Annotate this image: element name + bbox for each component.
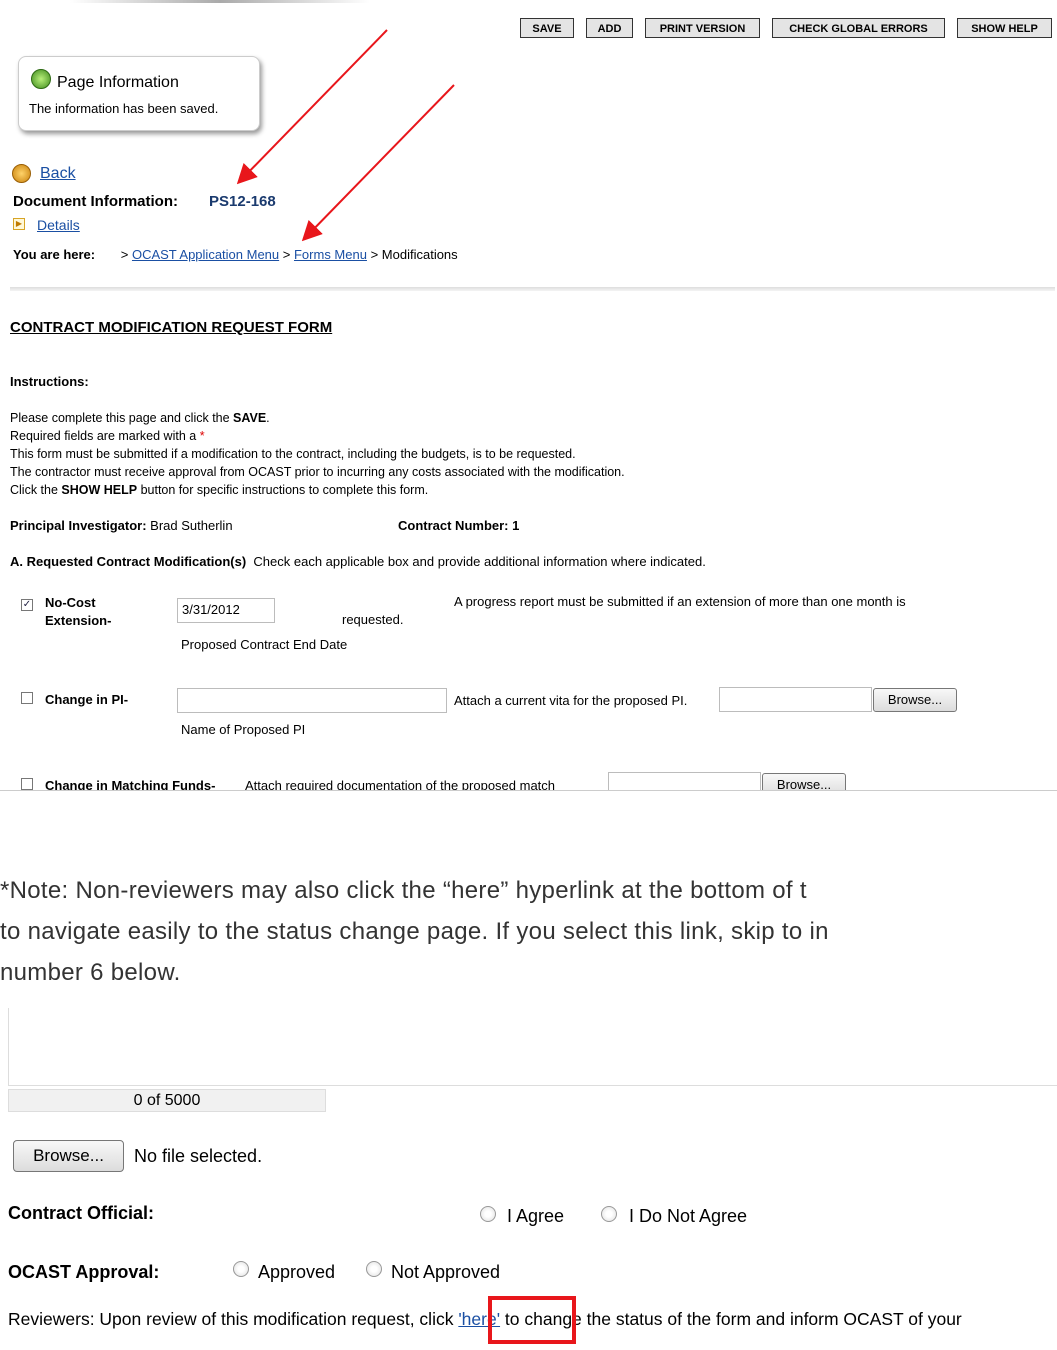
approved-label: Approved bbox=[258, 1262, 336, 1282]
arrow-to-details bbox=[301, 84, 455, 242]
match-file-input[interactable] bbox=[608, 772, 761, 790]
breadcrumb-modifications: Modifications bbox=[381, 247, 458, 262]
vita-browse-button[interactable]: Browse... bbox=[873, 688, 957, 712]
approved-radio[interactable] bbox=[233, 1261, 249, 1277]
instructions-text: Please complete this page and click the … bbox=[10, 411, 625, 497]
file-browse-button[interactable]: Browse... bbox=[13, 1140, 124, 1172]
contract-number: Contract Number: 1 bbox=[398, 518, 520, 533]
attach-match-text: Attach required documentation of the pro… bbox=[245, 778, 556, 790]
attach-vita-text: Attach a current vita for the proposed P… bbox=[454, 693, 688, 708]
section-a-header: A. Requested Contract Modification(s) Ch… bbox=[10, 554, 706, 569]
screenshot-bottom-edge bbox=[0, 790, 1057, 791]
proposed-pi-name-input[interactable] bbox=[177, 688, 447, 713]
not-approved-label: Not Approved bbox=[391, 1262, 501, 1282]
no-file-selected-text: No file selected. bbox=[134, 1146, 263, 1166]
breadcrumb-separator: > bbox=[370, 247, 379, 262]
required-star: * bbox=[199, 429, 205, 443]
back-arrow-icon[interactable] bbox=[12, 164, 31, 183]
breadcrumb-ocast-application-menu[interactable]: OCAST Application Menu bbox=[132, 247, 279, 262]
note-text: *Note: Non-reviewers may also click the … bbox=[0, 877, 829, 986]
breadcrumb-forms-menu[interactable]: Forms Menu bbox=[294, 247, 367, 262]
document-info-label: Document Information: bbox=[13, 193, 178, 210]
breadcrumb-separator: > bbox=[282, 247, 291, 262]
breadcrumb: You are here: > OCAST Application Menu >… bbox=[13, 247, 458, 262]
form-title: CONTRACT MODIFICATION REQUEST FORM bbox=[10, 319, 333, 336]
details-toggle-icon[interactable]: ▶ bbox=[13, 218, 25, 230]
match-browse-button[interactable]: Browse... bbox=[762, 773, 846, 790]
here-link-highlight-box bbox=[488, 1296, 576, 1344]
not-approved-radio[interactable] bbox=[366, 1261, 382, 1277]
divider bbox=[10, 287, 1055, 291]
principal-investigator: Principal Investigator: Brad Sutherlin bbox=[10, 518, 233, 533]
document-id: PS12-168 bbox=[209, 193, 276, 210]
you-are-here-label: You are here: bbox=[13, 247, 96, 262]
ocast-approval-label: OCAST Approval: bbox=[8, 1262, 160, 1282]
matching-funds-row-clip: Change in Matching Funds- Attach require… bbox=[0, 770, 1057, 790]
character-counter: 0 of 5000 bbox=[8, 1089, 326, 1112]
contract-end-date-input[interactable]: 3/31/2012 bbox=[177, 598, 275, 623]
comments-textarea[interactable] bbox=[8, 1008, 1057, 1086]
change-in-pi-label: Change in PI- bbox=[45, 692, 129, 707]
change-in-matching-funds-label: Change in Matching Funds- bbox=[45, 778, 216, 790]
i-agree-radio[interactable] bbox=[480, 1206, 496, 1222]
contract-end-date-caption: Proposed Contract End Date bbox=[181, 637, 348, 652]
details-link[interactable]: Details bbox=[37, 217, 80, 233]
back-link[interactable]: Back bbox=[40, 165, 76, 183]
i-do-not-agree-radio[interactable] bbox=[601, 1206, 617, 1222]
contract-official-label: Contract Official: bbox=[8, 1203, 155, 1223]
vita-file-input[interactable] bbox=[719, 687, 872, 712]
progress-report-note: A progress report must be submitted if a… bbox=[454, 594, 906, 609]
proposed-pi-caption: Name of Proposed PI bbox=[181, 722, 306, 737]
change-in-pi-checkbox[interactable] bbox=[21, 692, 33, 704]
breadcrumb-separator: > bbox=[120, 247, 129, 262]
change-in-matching-funds-checkbox[interactable] bbox=[21, 778, 33, 790]
requested-text: requested. bbox=[342, 612, 404, 627]
no-cost-extension-label: No-Cost Extension- bbox=[45, 595, 112, 628]
i-do-not-agree-label: I Do Not Agree bbox=[629, 1206, 748, 1226]
no-cost-extension-checkbox[interactable]: ✓ bbox=[21, 599, 33, 611]
i-agree-label: I Agree bbox=[507, 1206, 565, 1226]
instructions-label: Instructions: bbox=[10, 374, 89, 389]
arrow-to-doc-id bbox=[236, 29, 388, 185]
